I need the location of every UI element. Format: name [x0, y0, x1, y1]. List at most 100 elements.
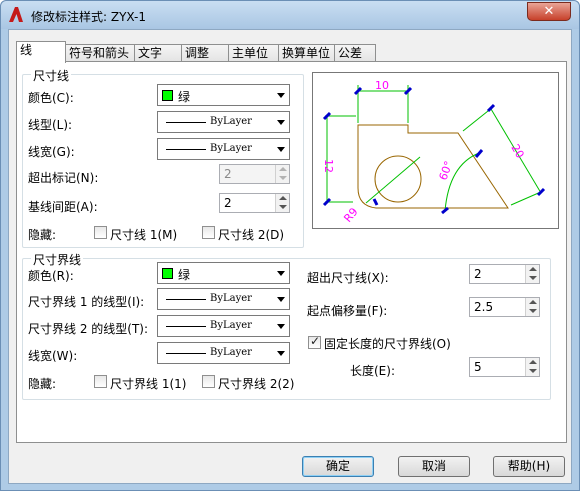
baseline-spacing-spinner[interactable]: 2 [219, 193, 290, 213]
baseline-spacing-label: 基线间距(A): [28, 200, 98, 214]
ext-color-label: 颜色(R): [28, 269, 74, 283]
ext-linetype-2-label: 尺寸界线 2 的线型(T): [28, 322, 149, 336]
dialog-window: 修改标注样式: ZYX-1 ✕ 线 符号和箭头 文字 调整 主单位 换算单位 公… [0, 0, 580, 491]
fixed-length-label[interactable]: 固定长度的尺寸界线(O) [324, 335, 451, 352]
ext-linetype-1-label: 尺寸界线 1 的线型(I): [28, 295, 145, 309]
spin-down-icon[interactable] [275, 203, 289, 212]
tab-symbols-arrows[interactable]: 符号和箭头 [65, 44, 135, 62]
ext-linetype-2-select[interactable]: ByLayer [157, 315, 290, 337]
suppress-dim-line-1-label[interactable]: 尺寸线 1(M) [110, 226, 177, 243]
chevron-down-icon [277, 93, 285, 98]
line-sample-icon [166, 122, 206, 123]
window-title: 修改标注样式: ZYX-1 [31, 10, 146, 24]
ok-button[interactable]: 确定 [302, 456, 374, 477]
line-sample-icon [166, 299, 206, 300]
spin-down-icon[interactable] [525, 367, 539, 376]
spin-down-icon [275, 174, 289, 183]
line-sample-icon [166, 353, 206, 354]
preview-dim-text: R9 [341, 205, 360, 225]
suppress-dim-line-1-checkbox[interactable] [94, 226, 107, 239]
tab-fit[interactable]: 调整 [181, 44, 229, 62]
ext-linetype-1-value: ByLayer [210, 293, 252, 304]
tab-primary-units[interactable]: 主单位 [228, 44, 279, 62]
spin-up-icon[interactable] [275, 194, 289, 203]
dim-color-value: 绿 [178, 90, 191, 104]
preview-dim-text: 12 [322, 159, 335, 173]
preview-radius-line [365, 156, 421, 204]
preview-pane: 10 12 20 60° R9 [312, 72, 559, 229]
spin-up-icon[interactable] [525, 358, 539, 367]
preview-dim-text: 10 [375, 79, 389, 92]
extend-ticks-value: 2 [224, 167, 232, 181]
close-button[interactable]: ✕ [527, 2, 571, 21]
preview-part-outline [357, 124, 509, 209]
suppress-dim-line-2-label[interactable]: 尺寸线 2(D) [218, 226, 284, 243]
preview-dim-texts: 10 12 20 60° R9 [322, 79, 527, 225]
extend-beyond-label: 超出尺寸线(X): [307, 271, 389, 285]
tab-panel-lines: 尺寸线 颜色(C): 绿 线型(L): ByLayer 线宽(G): ByLay… [16, 61, 567, 443]
title-bar[interactable]: 修改标注样式: ZYX-1 ✕ [1, 1, 579, 29]
spin-up-icon[interactable] [525, 265, 539, 274]
help-button[interactable]: 帮助(H) [493, 456, 565, 477]
ext-lineweight-label: 线宽(W): [28, 349, 78, 363]
chevron-down-icon [277, 351, 285, 356]
length-spinner[interactable]: 5 [469, 357, 540, 377]
extend-ticks-label: 超出标记(N): [28, 171, 99, 185]
suppress-ext-line-2-label[interactable]: 尺寸界线 2(2) [218, 375, 294, 392]
suppress-ext-line-1-checkbox[interactable] [94, 375, 107, 388]
ext-lineweight-select[interactable]: ByLayer [157, 342, 290, 364]
dialog-body: 线 符号和箭头 文字 调整 主单位 换算单位 公差 尺寸线 颜色(C): 绿 线… [8, 29, 572, 484]
origin-offset-label: 起点偏移量(F): [307, 304, 388, 318]
ext-color-value: 绿 [178, 268, 191, 282]
dim-linetype-value: ByLayer [210, 116, 252, 127]
spin-up-icon[interactable] [525, 298, 539, 307]
dim-lines-group-label: 尺寸线 [31, 67, 72, 84]
suppress-ext-line-2-checkbox[interactable] [202, 375, 215, 388]
dim-linetype-select[interactable]: ByLayer [157, 111, 290, 133]
dim-lineweight-label: 线宽(G): [28, 145, 75, 159]
tab-tolerances[interactable]: 公差 [334, 44, 376, 62]
spin-down-icon[interactable] [525, 307, 539, 316]
length-value: 5 [474, 360, 482, 374]
suppress-ext-line-1-label[interactable]: 尺寸界线 1(1) [110, 375, 186, 392]
ext-linetype-2-value: ByLayer [210, 320, 252, 331]
fixed-length-checkbox[interactable] [308, 334, 321, 349]
preview-angle-arc [444, 152, 480, 212]
tab-text[interactable]: 文字 [134, 44, 182, 62]
dim-lineweight-value: ByLayer [210, 143, 252, 154]
cancel-button[interactable]: 取消 [398, 456, 470, 477]
dim-color-select[interactable]: 绿 [157, 84, 290, 106]
preview-dim-text: 20 [508, 142, 526, 161]
chevron-down-icon [277, 147, 285, 152]
ext-suppress-label: 隐藏: [28, 377, 57, 391]
autocad-logo-icon [9, 7, 23, 22]
dim-color-label: 颜色(C): [28, 91, 74, 105]
extend-beyond-spinner[interactable]: 2 [469, 264, 540, 284]
dim-suppress-label: 隐藏: [28, 228, 57, 242]
chevron-down-icon [277, 271, 285, 276]
preview-hole-circle [374, 155, 422, 203]
chevron-down-icon [277, 297, 285, 302]
dim-lineweight-select[interactable]: ByLayer [157, 138, 290, 160]
dimension-preview-drawing: 10 12 20 60° R9 [322, 79, 546, 225]
dim-linetype-label: 线型(L): [28, 118, 73, 132]
tab-alternate-units[interactable]: 换算单位 [278, 44, 335, 62]
spin-down-icon[interactable] [525, 274, 539, 283]
chevron-down-icon [277, 324, 285, 329]
extend-ticks-spinner: 2 [219, 164, 290, 184]
green-swatch [162, 268, 173, 279]
spin-up-icon [275, 165, 289, 174]
suppress-dim-line-2-checkbox[interactable] [202, 226, 215, 239]
tab-lines[interactable]: 线 [16, 41, 66, 63]
green-swatch [162, 90, 173, 101]
ext-color-select[interactable]: 绿 [157, 262, 290, 284]
line-sample-icon [166, 149, 206, 150]
origin-offset-spinner[interactable]: 2.5 [469, 297, 540, 317]
length-label: 长度(E): [350, 364, 395, 378]
origin-offset-value: 2.5 [474, 300, 494, 314]
ext-lines-group-label: 尺寸界线 [31, 251, 84, 268]
chevron-down-icon [277, 120, 285, 125]
extend-beyond-value: 2 [474, 267, 482, 281]
ext-linetype-1-select[interactable]: ByLayer [157, 288, 290, 310]
line-sample-icon [166, 326, 206, 327]
